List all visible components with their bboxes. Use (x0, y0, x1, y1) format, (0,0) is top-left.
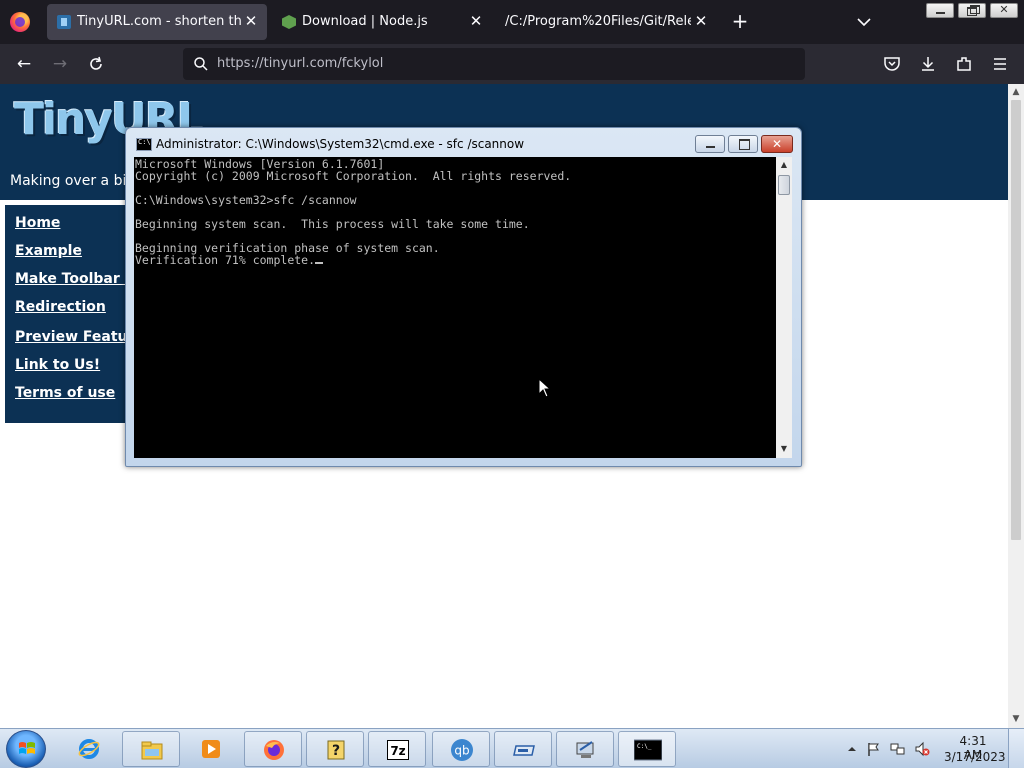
tab-tinyurl[interactable]: TinyURL.com - shorten that lon ✕ (47, 4, 267, 40)
chevron-down-icon[interactable] (854, 12, 874, 32)
tab-title: Download | Node.js (302, 14, 428, 29)
taskbar-media-player[interactable] (182, 731, 240, 767)
network-tool-icon (576, 741, 594, 758)
svg-text:?: ? (332, 743, 340, 759)
firefox-menu-icon[interactable] (10, 12, 30, 32)
clock-date[interactable]: 3/17/2023 (944, 750, 1006, 764)
svg-text:C:\_: C:\_ (637, 743, 652, 750)
tagline: Making over a bi (10, 173, 127, 189)
pocket-icon[interactable] (882, 54, 902, 74)
taskbar-windows-explorer[interactable] (122, 731, 180, 767)
media-player-icon (202, 740, 220, 758)
page-scrollbar[interactable]: ▲ ▼ (1008, 84, 1024, 728)
nav-link-link-to-us[interactable]: Link to Us! (15, 357, 100, 373)
7zip-icon: 7z (387, 740, 409, 760)
nodejs-icon (282, 15, 296, 29)
cmd-window-icon[interactable] (136, 138, 152, 151)
firefox-icon (264, 740, 284, 760)
cmd-minimize-button[interactable] (695, 135, 725, 153)
console-output[interactable]: Microsoft Windows [Version 6.1.7601] Cop… (134, 157, 776, 458)
url-text[interactable]: https://tinyurl.com/fckylol (217, 56, 383, 71)
scroll-thumb[interactable] (1011, 100, 1021, 540)
browser-tab-bar: TinyURL.com - shorten that lon ✕ Downloa… (0, 0, 1024, 44)
new-tab-plus-icon[interactable]: + (730, 11, 750, 32)
taskbar-7zip[interactable]: 7z (368, 731, 426, 767)
nav-link-example[interactable]: Example (15, 243, 82, 259)
taskbar-cmd[interactable]: C:\_ (618, 731, 676, 767)
taskbar-firefox[interactable] (244, 731, 302, 767)
restore-button[interactable] (958, 3, 986, 18)
close-icon[interactable]: ✕ (243, 13, 259, 29)
taskbar-qbittorrent[interactable]: qb (432, 731, 490, 767)
close-icon[interactable]: ✕ (468, 13, 484, 29)
windows-logo-icon (19, 742, 35, 754)
nav-link-preview[interactable]: Preview Featur (15, 329, 134, 345)
taskbar: ? 7z qb C:\_ 4:31 AM 3/17/2023 (0, 728, 1024, 768)
network-icon[interactable] (890, 741, 906, 757)
cmd-maximize-button[interactable] (728, 135, 758, 153)
taskbar-network-tool[interactable] (556, 731, 614, 767)
console-line-progress: Verification 71% complete. (135, 253, 324, 267)
7zip-label: 7z (390, 744, 405, 758)
tab-nodejs[interactable]: Download | Node.js ✕ (272, 4, 492, 40)
nav-link-home[interactable]: Home (15, 215, 60, 231)
scroll-down-icon[interactable]: ▼ (1008, 714, 1024, 724)
windows-explorer-icon (141, 741, 163, 760)
remote-drive-icon (513, 745, 535, 756)
search-icon (194, 57, 208, 71)
taskbar-help[interactable]: ? (306, 731, 364, 767)
scroll-thumb[interactable] (778, 175, 790, 195)
nav-link-terms[interactable]: Terms of use (15, 385, 115, 401)
tinyurl-sidebar: Home Example Make Toolbar B Redirection … (5, 205, 135, 423)
show-hidden-icons-icon[interactable] (844, 741, 860, 757)
scroll-up-icon[interactable]: ▲ (776, 160, 792, 169)
cmd-icon: C:\_ (634, 739, 662, 761)
nav-link-toolbar[interactable]: Make Toolbar B (15, 271, 135, 287)
cmd-close-button[interactable] (761, 135, 793, 153)
cmd-scrollbar[interactable]: ▲ ▼ (776, 157, 792, 458)
close-icon[interactable]: ✕ (693, 13, 709, 29)
volume-muted-icon[interactable] (914, 741, 930, 757)
help-icon: ? (327, 740, 345, 760)
scroll-up-icon[interactable]: ▲ (1008, 87, 1024, 97)
browser-nav-bar: ← → https://tinyurl.com/fckylol (0, 44, 1024, 84)
cmd-window[interactable]: Administrator: C:\Windows\System32\cmd.e… (125, 127, 802, 467)
qbittorrent-label: qb (454, 744, 469, 758)
tinyurl-icon (57, 15, 71, 29)
taskbar-internet-explorer[interactable] (60, 731, 118, 767)
progress-text: Verification 71% complete. (135, 253, 316, 267)
back-arrow-icon[interactable]: ← (14, 54, 34, 74)
internet-explorer-icon (78, 739, 100, 759)
console-line: C:\Windows\system32>sfc /scannow (135, 193, 357, 207)
address-bar[interactable]: https://tinyurl.com/fckylol (183, 48, 805, 80)
tab-title: TinyURL.com - shorten that lon (77, 14, 241, 29)
action-center-flag-icon[interactable] (866, 741, 882, 757)
mouse-pointer-icon (538, 378, 552, 398)
minimize-button[interactable] (926, 3, 954, 18)
console-line: Copyright (c) 2009 Microsoft Corporation… (135, 169, 572, 183)
nav-link-redirection[interactable]: Redirection (15, 299, 106, 315)
reload-icon[interactable] (86, 54, 106, 74)
show-desktop-button[interactable] (1008, 729, 1024, 768)
tab-git-release-notes[interactable]: /C:/Program%20Files/Git/ReleaseNo ✕ (497, 4, 717, 40)
extensions-icon[interactable] (954, 54, 974, 74)
text-cursor (315, 262, 324, 264)
start-button[interactable] (6, 730, 46, 768)
console-line: Beginning system scan. This process will… (135, 217, 530, 231)
download-icon[interactable] (918, 54, 938, 74)
tab-title: /C:/Program%20Files/Git/ReleaseNo (505, 14, 691, 29)
taskbar-remote-drive[interactable] (494, 731, 552, 767)
cmd-window-title: Administrator: C:\Windows\System32\cmd.e… (156, 137, 525, 151)
close-window-button[interactable] (990, 3, 1018, 18)
hamburger-menu-icon[interactable] (990, 54, 1010, 74)
forward-arrow-icon[interactable]: → (50, 54, 70, 74)
scroll-down-icon[interactable]: ▼ (776, 444, 792, 453)
qbittorrent-icon: qb (451, 739, 473, 761)
